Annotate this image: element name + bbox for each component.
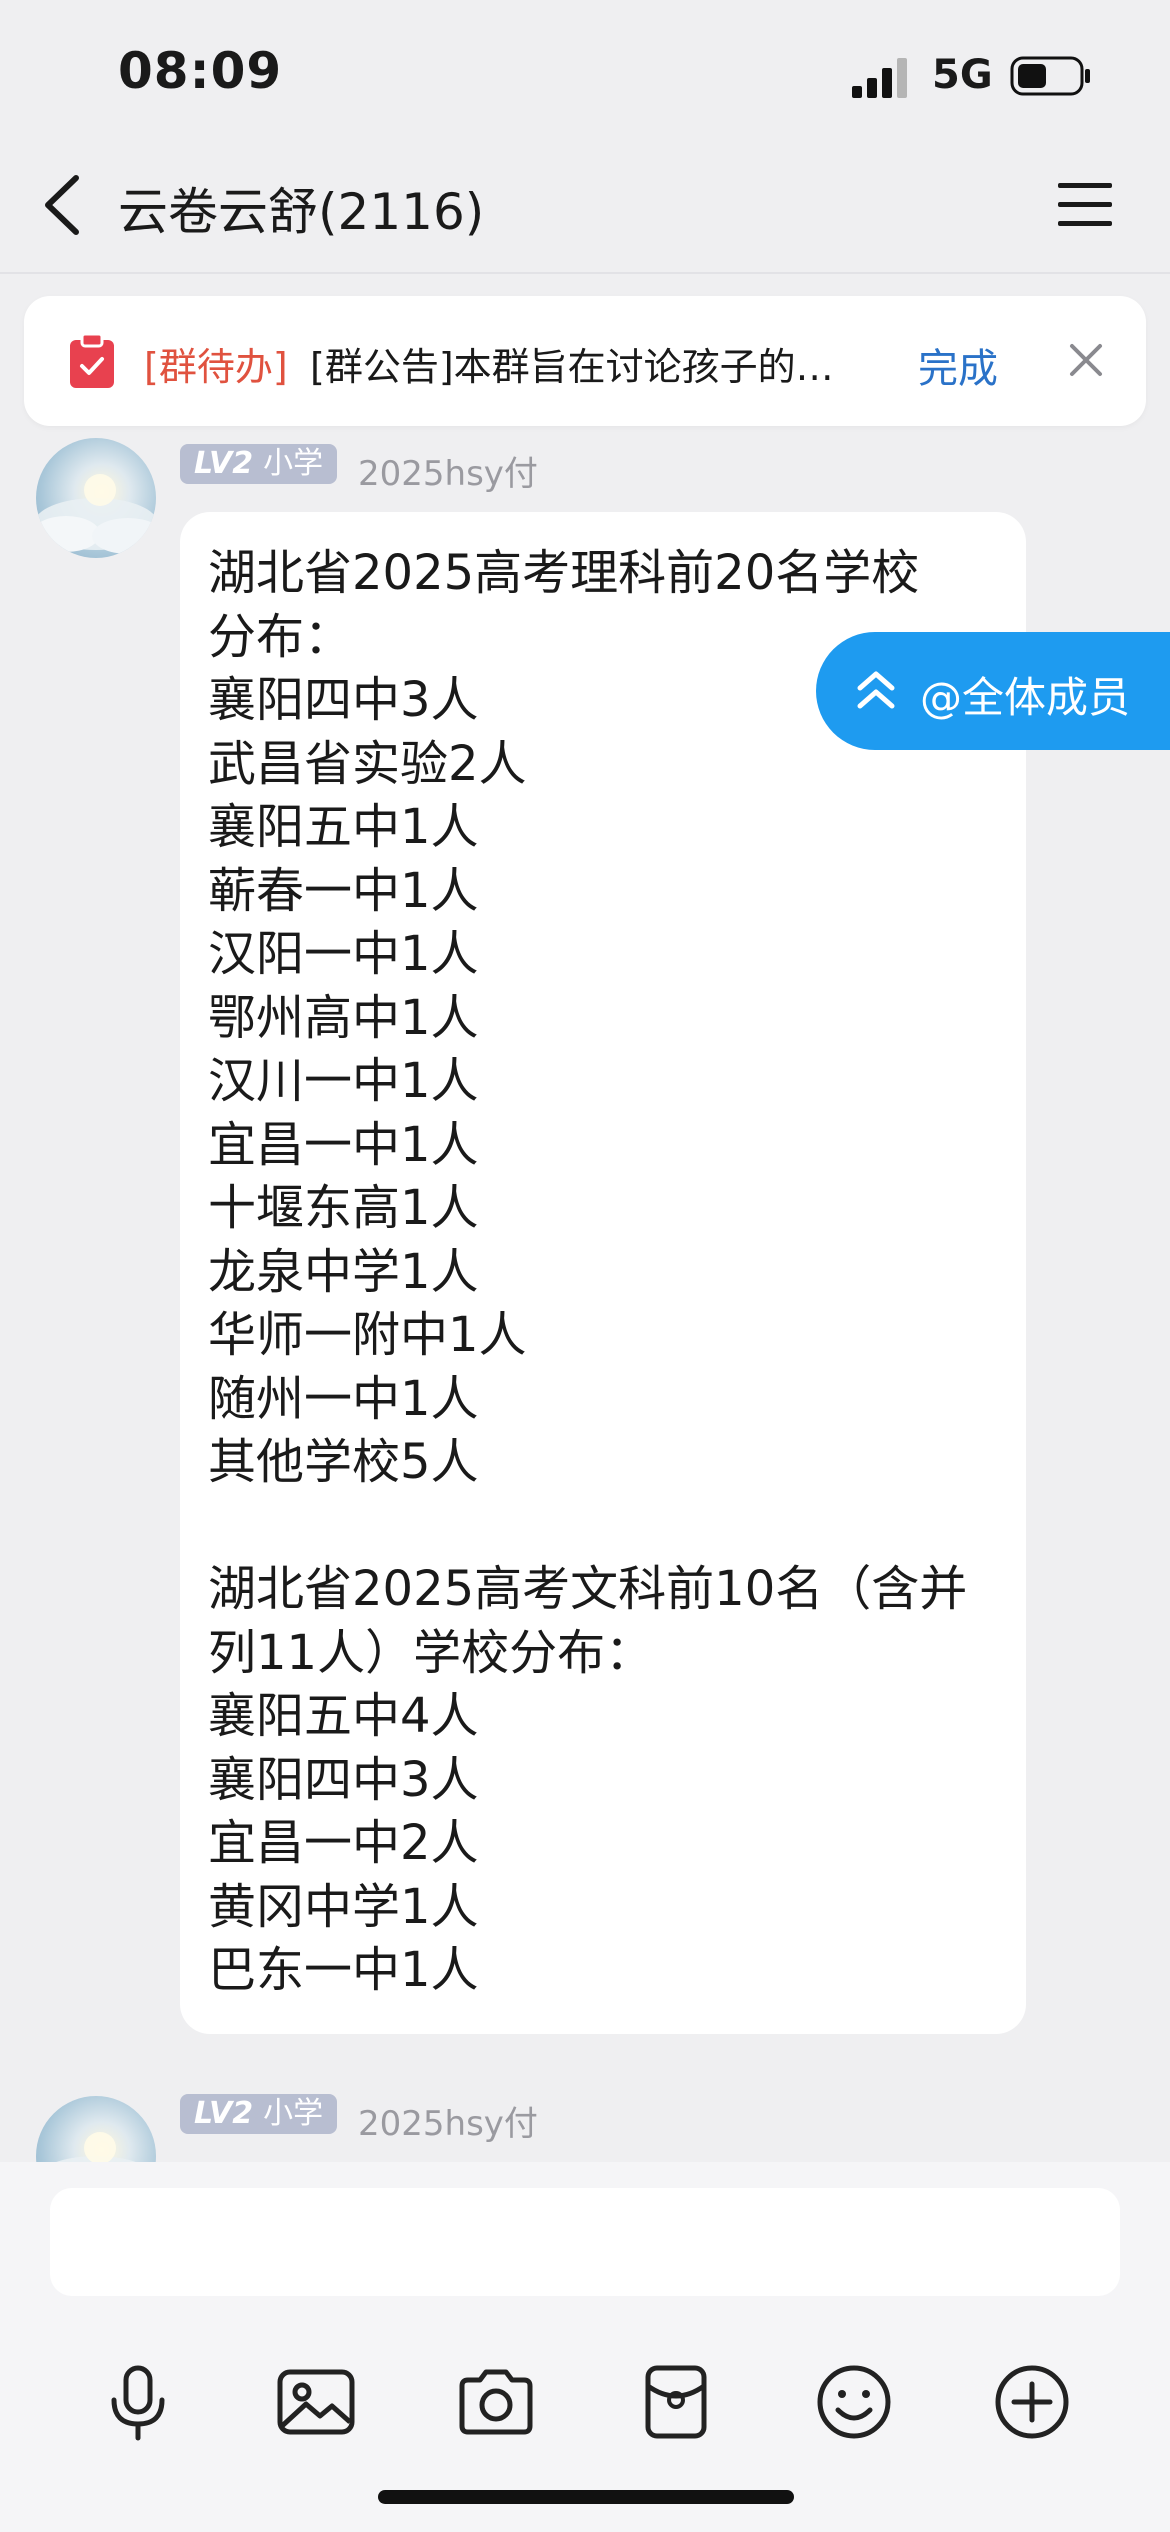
back-icon[interactable] <box>40 172 86 238</box>
network-type: 5G <box>932 52 993 98</box>
camera-icon[interactable] <box>454 2360 538 2444</box>
message-text: 湖北省2025高考理科前20名学校 分布： 襄阳四中3人 武昌省实验2人 襄阳五… <box>208 545 968 1998</box>
image-icon[interactable] <box>274 2360 358 2444</box>
sky-avatar-image <box>36 474 156 554</box>
grade-label: 小学 <box>263 2096 324 2131</box>
battery-icon <box>1010 56 1090 96</box>
clipboard-icon <box>70 332 114 388</box>
sender-name[interactable]: 2025hsy付 <box>358 2096 538 2145</box>
level-label: LV2 <box>194 2096 254 2131</box>
close-icon[interactable] <box>1066 340 1106 380</box>
done-button[interactable]: 完成 <box>918 336 998 394</box>
nav-divider <box>0 272 1170 274</box>
message-input[interactable] <box>50 2188 1120 2296</box>
avatar[interactable] <box>36 2096 156 2162</box>
sender-name[interactable]: 2025hsy付 <box>358 446 538 495</box>
avatar[interactable] <box>36 438 156 558</box>
level-label: LV2 <box>194 446 254 481</box>
plus-icon[interactable] <box>990 2360 1074 2444</box>
emoji-icon[interactable] <box>812 2360 896 2444</box>
chat-title: 云卷云舒(2116) <box>118 183 485 241</box>
at-all-label: @全体成员 <box>920 673 1131 722</box>
menu-icon[interactable] <box>1056 180 1114 230</box>
level-badge: LV2 小学 <box>180 2094 338 2134</box>
double-chevron-up-icon <box>857 671 895 709</box>
grade-label: 小学 <box>263 446 324 481</box>
microphone-icon[interactable] <box>96 2360 180 2444</box>
composer <box>0 2162 1170 2532</box>
signal-icon <box>852 58 907 98</box>
announcement-preview[interactable]: [群公告]本群旨在讨论孩子的… <box>310 336 910 391</box>
status-time: 08:09 <box>118 42 283 100</box>
red-packet-icon[interactable] <box>634 2360 718 2444</box>
todo-tag: [群待办] <box>144 345 288 389</box>
group-todo-banner[interactable]: [群待办] [群公告]本群旨在讨论孩子的… 完成 <box>24 296 1146 426</box>
level-badge: LV2 小学 <box>180 444 338 484</box>
sky-avatar-image <box>56 2132 136 2162</box>
home-indicator <box>378 2490 794 2504</box>
at-all-members-button[interactable]: @全体成员 <box>816 632 1170 750</box>
message-row: LV2 小学 2025hsy付 <box>0 2080 1170 2162</box>
